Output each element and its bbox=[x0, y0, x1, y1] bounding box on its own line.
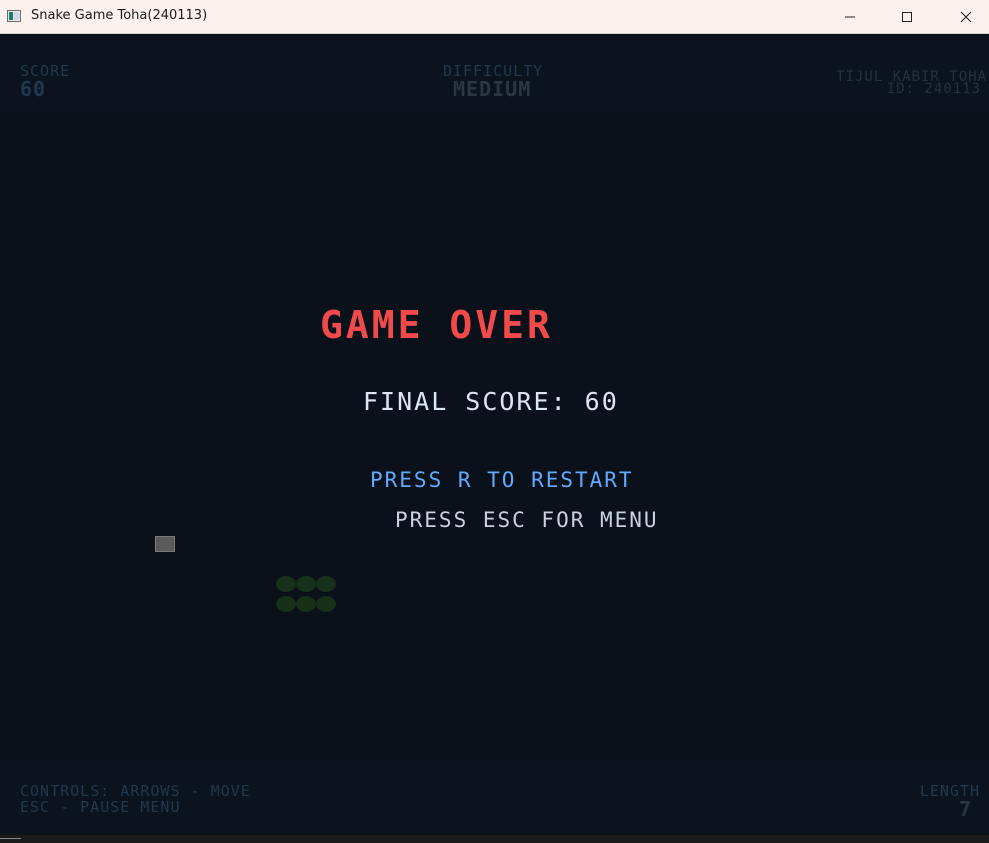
minimize-button[interactable] bbox=[827, 0, 873, 33]
score-value: 60 bbox=[20, 77, 47, 101]
game-canvas[interactable]: SCORE 60 DIFFICULTY MEDIUM TIJUL KABIR T… bbox=[0, 35, 989, 835]
app-window-icon bbox=[7, 10, 21, 22]
taskbar-strip bbox=[0, 835, 989, 843]
difficulty-value: MEDIUM bbox=[453, 77, 532, 101]
food-block bbox=[155, 536, 175, 552]
snake-segment bbox=[276, 576, 296, 592]
snake-segment bbox=[276, 596, 296, 612]
maximize-button[interactable] bbox=[884, 0, 930, 33]
minimize-icon bbox=[845, 16, 855, 17]
menu-hint[interactable]: PRESS ESC FOR MENU bbox=[395, 508, 659, 532]
maximize-icon bbox=[902, 11, 912, 22]
window-title: Snake Game Toha(240113) bbox=[31, 8, 208, 23]
author-id: ID: 240113 bbox=[886, 81, 981, 97]
final-score-text: FINAL SCORE: 60 bbox=[363, 387, 619, 416]
length-value: 7 bbox=[958, 797, 972, 821]
snake-segment bbox=[316, 596, 336, 612]
close-icon bbox=[960, 11, 972, 22]
controls-hint-line2: ESC - PAUSE MENU bbox=[20, 798, 181, 816]
snake-segment bbox=[296, 576, 316, 592]
snake-segment bbox=[296, 596, 316, 612]
close-button[interactable] bbox=[943, 0, 989, 33]
game-over-title: GAME OVER bbox=[320, 303, 553, 347]
restart-hint[interactable]: PRESS R TO RESTART bbox=[370, 468, 634, 492]
hud-top-bar: SCORE 60 DIFFICULTY MEDIUM TIJUL KABIR T… bbox=[0, 35, 989, 113]
snake-segment bbox=[316, 576, 336, 592]
window-titlebar: Snake Game Toha(240113) bbox=[0, 0, 989, 34]
